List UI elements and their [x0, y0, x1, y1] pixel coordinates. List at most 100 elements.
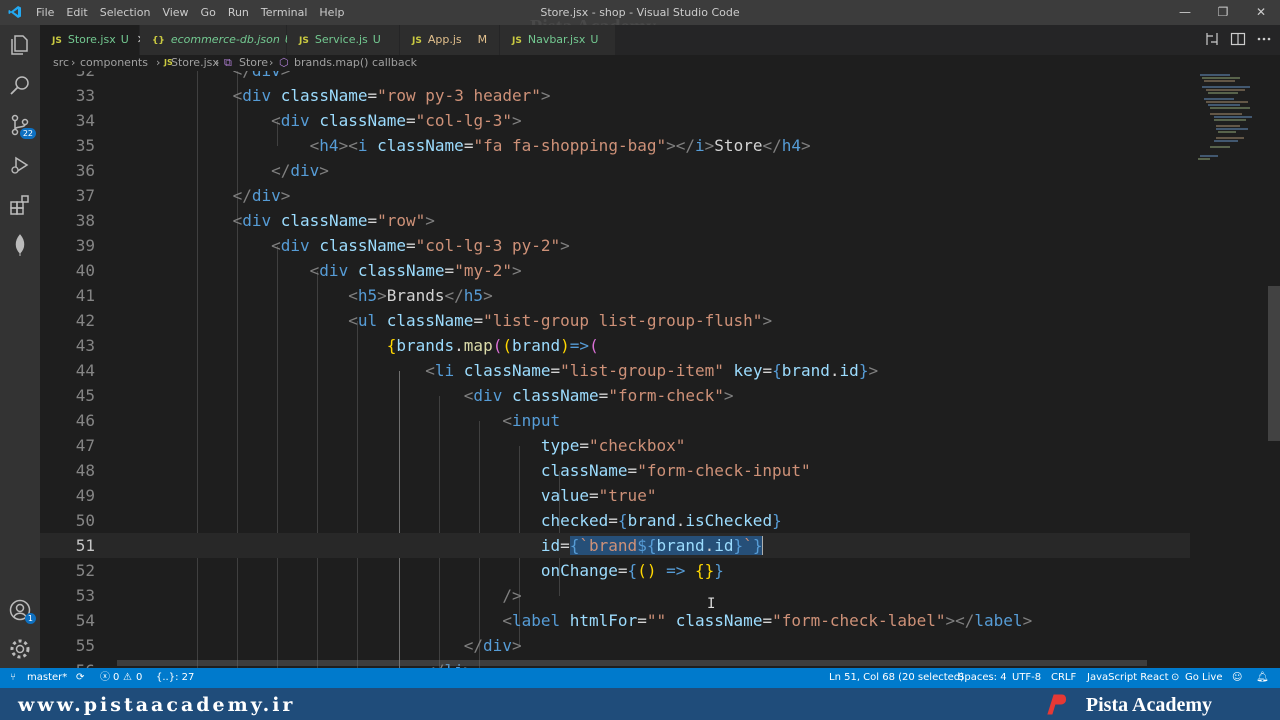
- scrollbar-thumb[interactable]: [1268, 286, 1280, 441]
- mouse-ibeam-cursor: I: [707, 596, 716, 612]
- tab-status: U: [372, 33, 381, 46]
- code-line: 48 className="form-check-input": [75, 461, 811, 480]
- cursor-position[interactable]: Ln 51, Col 68 (20 selected): [829, 668, 964, 688]
- more-actions-icon[interactable]: [1256, 31, 1272, 47]
- extensions-icon[interactable]: [8, 193, 32, 217]
- selection-info: {..}: 27: [156, 672, 195, 683]
- pista-logo-icon: [1047, 694, 1067, 715]
- watermark-brand: Pista Academy: [1085, 694, 1212, 716]
- watermark-banner: www.pistaacademy.ir Pista Academy: [0, 688, 1280, 720]
- settings-gear-icon[interactable]: [8, 637, 32, 661]
- editor-actions: [1204, 31, 1272, 47]
- js-file-icon: JS: [52, 36, 62, 46]
- code-line: 47 type="checkbox": [75, 436, 686, 455]
- run-debug-icon[interactable]: [8, 153, 32, 177]
- golive-icon: ⊙: [1171, 672, 1180, 683]
- breadcrumb-src[interactable]: src: [53, 56, 69, 69]
- code-line: 41 <h5>Brands</h5>: [75, 286, 493, 305]
- code-line: 54 <label htmlFor="" className="form-che…: [75, 611, 1033, 630]
- account-icon[interactable]: 1: [8, 598, 36, 624]
- source-control-icon[interactable]: 22: [8, 113, 36, 139]
- code-line: 45 <div className="form-check">: [75, 386, 734, 405]
- explorer-icon[interactable]: [8, 33, 32, 57]
- js-file-icon: JS: [412, 36, 422, 46]
- tab-label: Store.jsx: [67, 33, 116, 46]
- code-line: 32 </div>: [40, 71, 1190, 83]
- code-line-current: 51 id={`brand${brand.id}`}: [40, 533, 1190, 558]
- activity-bar: 22 1: [0, 25, 40, 668]
- minimize-icon[interactable]: —: [1166, 0, 1204, 25]
- code-line: 42 <ul className="list-group list-group-…: [75, 311, 773, 330]
- error-count[interactable]: 0: [113, 668, 119, 688]
- tab-status: M: [477, 33, 488, 46]
- compare-changes-icon[interactable]: [1204, 31, 1220, 47]
- breadcrumb-components[interactable]: components: [80, 56, 148, 69]
- tab-ecommerce-db-json[interactable]: {}ecommerce-db.jsonU: [140, 25, 293, 55]
- chevron-right-icon: ›: [71, 56, 76, 69]
- account-badge: 1: [24, 613, 36, 624]
- code-line: 37 </div>: [75, 186, 291, 205]
- mongodb-leaf-icon[interactable]: [8, 233, 32, 257]
- minimap[interactable]: [1190, 71, 1265, 668]
- go-live-button[interactable]: Go Live: [1185, 668, 1222, 688]
- branch-icon: ⑂: [10, 672, 16, 683]
- code-editor[interactable]: 32 </div> 33 <div className="row py-3 he…: [40, 71, 1190, 668]
- code-line: 43 {brands.map((brand)=>(: [75, 336, 599, 355]
- code-line: 50 checked={brand.isChecked}: [75, 511, 782, 530]
- breadcrumb: src › components › JS Store.jsx › ⧉ Stor…: [40, 55, 1280, 71]
- tab-app-js[interactable]: JS App.js M: [400, 25, 500, 55]
- method-cube-icon: ⬡: [279, 56, 289, 69]
- notifications-bell-icon[interactable]: 🔔︎: [1256, 668, 1269, 688]
- tab-store-jsx[interactable]: JSStore.jsxU✕: [40, 25, 146, 55]
- feedback-icon[interactable]: ☺: [1232, 668, 1242, 688]
- minimap-preview: [1198, 74, 1252, 160]
- tab-navbar-jsx[interactable]: JS Navbar.jsx U: [500, 25, 616, 55]
- chevron-right-icon: ›: [156, 56, 161, 69]
- split-editor-icon[interactable]: [1230, 31, 1246, 47]
- code-line: 53 />: [75, 586, 522, 605]
- tab-service-js[interactable]: JS Service.js U: [287, 25, 400, 55]
- indentation[interactable]: Spaces: 4: [958, 668, 1007, 688]
- code-line: 49 value="true": [75, 486, 657, 505]
- js-file-icon: JS: [299, 36, 309, 46]
- status-bar: ⑂ master* ⟳ ⓧ 0 ⚠ 0 {..}: 27 Ln 51, Col …: [0, 668, 1280, 688]
- source-control-badge: 22: [19, 128, 36, 139]
- tab-label: Navbar.jsx: [527, 33, 586, 46]
- code-line: 40 <div className="my-2">: [75, 261, 522, 280]
- close-window-icon[interactable]: ✕: [1242, 0, 1280, 25]
- title-bar: File Edit Selection View Go Run Terminal…: [0, 0, 1280, 38]
- json-file-icon: {}: [152, 36, 165, 46]
- chevron-right-icon: ›: [269, 56, 274, 69]
- sync-icon[interactable]: ⟳: [76, 668, 84, 688]
- tab-label: Service.js: [314, 33, 368, 46]
- breadcrumb-callback[interactable]: brands.map() callback: [294, 56, 417, 69]
- code-line: 35 <h4><i className="fa fa-shopping-bag"…: [75, 136, 811, 155]
- tab-label: App.js: [427, 33, 462, 46]
- breadcrumb-store[interactable]: Store: [239, 56, 268, 69]
- horizontal-scrollbar[interactable]: [117, 660, 1147, 666]
- code-line: 55 </div>: [75, 636, 522, 655]
- chevron-right-icon: ›: [215, 56, 220, 69]
- tab-label: ecommerce-db.json: [170, 33, 280, 46]
- line-ending[interactable]: CRLF: [1051, 668, 1076, 688]
- watermark-url: www.pistaacademy.ir: [18, 694, 296, 716]
- code-line: 52 onChange={() => {}}: [75, 561, 724, 580]
- encoding[interactable]: UTF-8: [1012, 668, 1041, 688]
- branch-name[interactable]: master*: [27, 668, 67, 688]
- search-icon[interactable]: [8, 73, 32, 97]
- tab-status: U: [590, 33, 599, 46]
- warning-icon: ⚠: [123, 672, 132, 683]
- module-icon: ⧉: [224, 56, 232, 69]
- breadcrumb-store-jsx[interactable]: Store.jsx: [171, 56, 219, 69]
- code-line: 34 <div className="col-lg-3">: [75, 111, 522, 130]
- code-line: 39 <div className="col-lg-3 py-2">: [75, 236, 570, 255]
- vertical-scrollbar[interactable]: [1268, 71, 1280, 668]
- js-file-icon: JS: [512, 36, 522, 46]
- language-mode[interactable]: JavaScript React: [1087, 668, 1169, 688]
- error-icon: ⓧ: [100, 672, 110, 683]
- warning-count[interactable]: 0: [136, 668, 142, 688]
- code-line: 44 <li className="list-group-item" key={…: [75, 361, 879, 380]
- code-line: 46 <input: [75, 411, 561, 430]
- code-line: 38 <div className="row">: [75, 211, 435, 230]
- restore-icon[interactable]: ❐: [1204, 0, 1242, 25]
